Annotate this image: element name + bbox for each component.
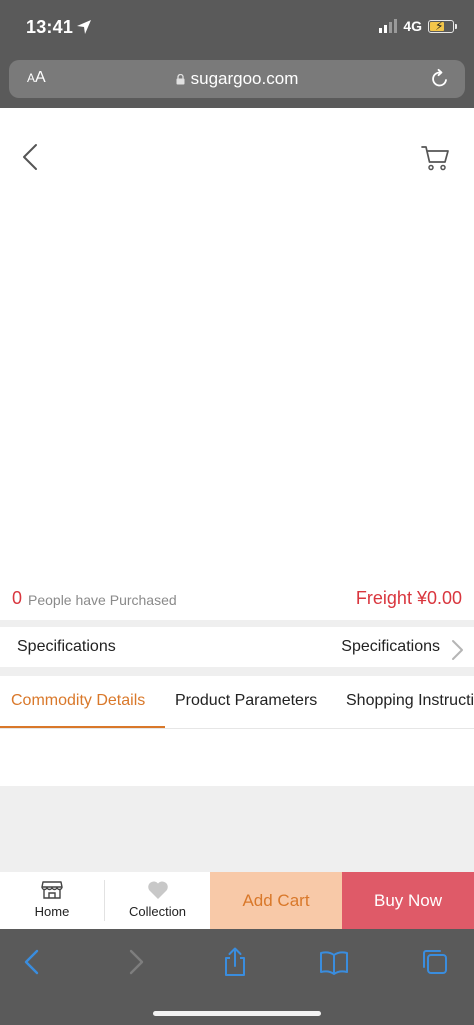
add-cart-button[interactable]: Add Cart (210, 872, 342, 929)
tab-shopping-instructions[interactable]: Shopping Instructions (346, 692, 474, 710)
collection-label: Collection (128, 904, 187, 919)
bookmarks-icon[interactable] (319, 947, 349, 977)
buy-now-button[interactable]: Buy Now (342, 872, 474, 929)
url-display[interactable]: sugargoo.com (9, 69, 465, 89)
home-button[interactable]: Home (0, 872, 104, 929)
heart-icon (147, 881, 168, 899)
tab-commodity-details[interactable]: Commodity Details (11, 692, 145, 710)
section-divider (0, 667, 474, 676)
store-icon (41, 881, 63, 899)
commodity-details-content (0, 786, 474, 872)
specifications-row[interactable]: Specifications Specifications (0, 627, 474, 667)
back-arrow-icon[interactable] (18, 947, 48, 977)
tabs-icon[interactable] (420, 947, 450, 977)
collection-button[interactable]: Collection (105, 872, 210, 929)
tab-product-parameters[interactable]: Product Parameters (175, 692, 317, 710)
cart-icon[interactable] (420, 144, 452, 172)
url-text: sugargoo.com (190, 69, 299, 88)
reload-icon[interactable] (429, 68, 451, 90)
specifications-value: Specifications (341, 638, 440, 655)
specifications-label: Specifications (17, 638, 116, 655)
lock-icon (176, 74, 185, 85)
details-tabs: Commodity Details Product Parameters Sho… (0, 676, 474, 728)
status-time: 13:41 (26, 17, 74, 37)
browser-top-chrome: 13:41 4G ⚡ AA sugargoo.com (0, 0, 474, 108)
battery-charging-icon: ⚡ (428, 19, 457, 33)
location-arrow-icon (77, 20, 91, 34)
browser-bottom-toolbar (0, 929, 474, 1025)
share-icon[interactable] (220, 947, 250, 977)
chevron-right-icon (452, 640, 463, 660)
forward-arrow-icon[interactable] (120, 947, 150, 977)
back-chevron-icon[interactable] (18, 142, 42, 172)
product-action-bar: Home Collection Add Cart Buy Now (0, 872, 474, 929)
address-bar[interactable]: AA sugargoo.com (9, 60, 465, 98)
home-indicator (153, 1011, 321, 1016)
tabs-border (0, 728, 474, 729)
network-type: 4G (403, 18, 422, 34)
purchase-count: 0 (12, 588, 23, 608)
cellular-signal-icon (379, 19, 398, 33)
home-label: Home (34, 904, 70, 919)
purchase-label: People have Purchased (28, 592, 177, 608)
status-indicators: 4G ⚡ (379, 18, 457, 34)
purchase-info-row: 0 People have Purchased Freight ¥0.00 (0, 586, 474, 616)
freight-price: Freight ¥0.00 (355, 588, 462, 608)
section-divider (0, 620, 474, 627)
